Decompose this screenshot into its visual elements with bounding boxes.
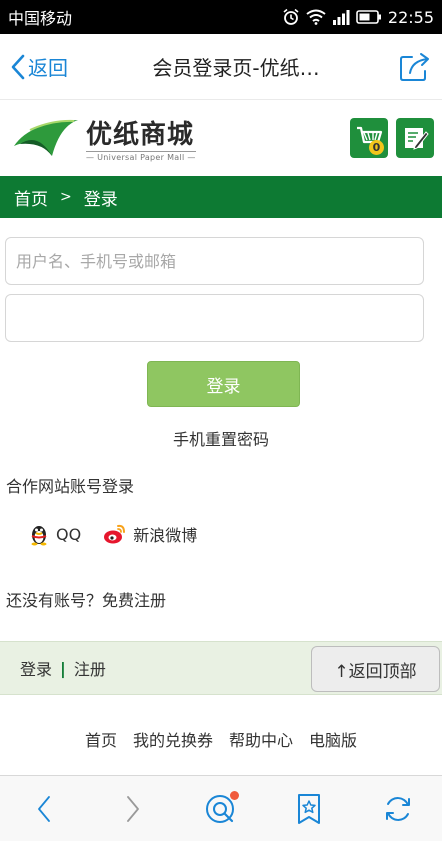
cart-button[interactable]: 0 <box>350 118 388 158</box>
breadcrumb: 首页 > 登录 <box>0 176 442 218</box>
paper-logo-icon <box>14 119 78 156</box>
footer-link-vouchers[interactable]: 我的兑换券 <box>133 727 213 751</box>
edit-note-icon <box>405 128 429 150</box>
back-arrow-icon <box>38 795 51 822</box>
carrier-name: 中国移动 <box>8 9 73 28</box>
status-time: 22:55 <box>387 7 434 27</box>
browser-refresh-button[interactable] <box>376 787 420 831</box>
browser-bookmark-button[interactable] <box>287 787 331 831</box>
alarm-icon <box>283 8 299 25</box>
breadcrumb-home[interactable]: 首页 <box>14 185 48 210</box>
qq-penguin-icon <box>31 526 47 546</box>
footer-link-help[interactable]: 帮助中心 <box>229 727 293 751</box>
share-icon <box>400 52 429 81</box>
brand-name-en: — Universal Paper Mall — <box>86 151 196 162</box>
footer-links: 首页 我的兑换券 帮助中心 电脑版 <box>0 727 442 751</box>
refresh-icon <box>385 796 410 821</box>
weibo-label: 新浪微博 <box>133 526 198 545</box>
browser-explore-button[interactable] <box>199 787 243 831</box>
back-to-top-button[interactable]: ↑返回顶部 <box>311 646 440 692</box>
weibo-icon <box>104 524 126 544</box>
status-bar: 中国移动 22:55 <box>0 0 442 34</box>
qq-label: QQ <box>56 524 82 544</box>
share-button[interactable] <box>372 51 442 83</box>
page-title: 会员登录页-优纸… <box>152 56 320 80</box>
cart-count-badge: 0 <box>369 140 384 155</box>
browser-toolbar <box>0 775 442 841</box>
brand-header: 优纸商城 — Universal Paper Mall — 0 <box>0 100 442 176</box>
notification-dot <box>229 790 239 800</box>
brand-name: 优纸商城 <box>86 120 195 150</box>
reset-password-link[interactable]: 手机重置密码 <box>0 426 442 450</box>
breadcrumb-current: 登录 <box>83 189 118 210</box>
footer-register-link[interactable]: 注册 <box>74 656 106 680</box>
edit-button[interactable] <box>396 118 434 158</box>
chevron-left-icon <box>11 54 25 79</box>
battery-icon <box>356 10 381 24</box>
footer-link-desktop[interactable]: 电脑版 <box>309 727 357 751</box>
footer-divider: | <box>60 658 66 678</box>
bookmark-star-icon <box>298 793 321 824</box>
partner-login-options: QQ 新浪微博 <box>28 522 197 546</box>
site-logo[interactable]: 优纸商城 — Universal Paper Mall — <box>12 114 196 162</box>
browser-back-button[interactable] <box>22 787 66 831</box>
back-button[interactable]: 返回 <box>10 52 100 81</box>
signal-icon <box>332 10 350 25</box>
username-input[interactable] <box>5 237 424 285</box>
weibo-login-button[interactable]: 新浪微博 <box>103 522 197 546</box>
forward-arrow-icon <box>126 795 139 822</box>
login-button[interactable]: 登录 <box>147 361 300 407</box>
wifi-icon <box>306 9 326 25</box>
qq-login-button[interactable]: QQ <box>28 522 81 546</box>
footer-bar: 登录 | 注册 ↑返回顶部 <box>0 641 442 695</box>
navigation-bar: 返回 会员登录页-优纸… <box>0 34 442 100</box>
partner-login-title: 合作网站账号登录 <box>6 477 135 496</box>
footer-link-home[interactable]: 首页 <box>85 727 117 751</box>
password-input[interactable] <box>5 294 424 342</box>
breadcrumb-separator: > <box>60 189 72 205</box>
browser-forward-button[interactable] <box>111 787 155 831</box>
free-register-link[interactable]: 还没有账号？免费注册 <box>6 587 166 611</box>
footer-login-link[interactable]: 登录 <box>20 656 52 680</box>
back-label: 返回 <box>28 56 68 80</box>
